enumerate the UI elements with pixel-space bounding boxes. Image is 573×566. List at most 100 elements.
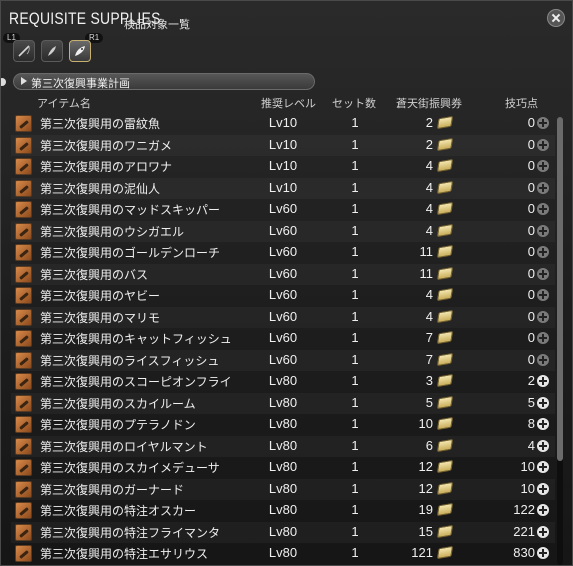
scrip-ticket-icon xyxy=(436,115,454,130)
item-set-count: 1 xyxy=(351,437,359,453)
item-set-count: 1 xyxy=(351,308,359,324)
fish-item-icon xyxy=(15,437,32,455)
item-scrip-reward: 11 xyxy=(419,244,434,259)
column-header-set: セット数 xyxy=(332,97,376,110)
fish-item-icon xyxy=(15,308,32,326)
item-level: Lv60 xyxy=(268,351,298,367)
item-name: 第三次復興用の泥仙人 xyxy=(40,181,161,196)
item-set-count: 1 xyxy=(351,179,359,195)
list-item[interactable]: 第三次復興用のワニガメ Lv10 1 2 0 xyxy=(11,135,555,156)
list-item[interactable]: 第三次復興用のスカイルーム Lv80 1 5 5 xyxy=(11,393,555,414)
item-skill-points: 2 xyxy=(527,373,535,388)
list-item[interactable]: 第三次復興用のヤビー Lv60 1 4 0 xyxy=(11,285,555,306)
item-set-count: 1 xyxy=(351,351,359,367)
item-name: 第三次復興用のウシガエル xyxy=(40,224,185,239)
list-item[interactable]: 第三次復興用のスコーピオンフライ Lv80 1 3 2 xyxy=(11,371,555,392)
fish-item-icon xyxy=(15,459,32,476)
group-label: 第三次復興事業計画 xyxy=(31,77,130,90)
list-item[interactable]: 第三次復興用のマリモ Lv60 1 4 0 xyxy=(11,307,555,328)
item-set-count: 1 xyxy=(351,115,359,130)
list-item[interactable]: 第三次復興用のアロワナ Lv10 1 4 0 xyxy=(11,156,555,177)
item-name: 第三次復興用のゴールデンローチ xyxy=(40,246,221,260)
scrip-ticket-icon xyxy=(436,481,454,495)
item-level: Lv80 xyxy=(268,545,298,560)
list-item[interactable]: 第三次復興用のキャットフィッシュ Lv60 1 7 0 xyxy=(11,328,555,349)
plus-icon xyxy=(537,547,549,559)
requisite-supplies-window: REQUISITE SUPPLIES 検品対象一覧 L1 R1 第三次復興事業計… xyxy=(0,0,573,566)
item-skill-points: 10 xyxy=(520,480,535,496)
plus-icon xyxy=(537,203,549,215)
window-subtitle: 検品対象一覧 xyxy=(124,18,190,31)
item-scrip-reward: 2 xyxy=(425,115,433,130)
item-name: 第三次復興用のプテラノドン xyxy=(40,418,196,432)
item-skill-points: 122 xyxy=(513,502,535,517)
fish-item-icon xyxy=(15,244,32,261)
list-item[interactable]: 第三次復興用の泥仙人 Lv10 1 4 0 xyxy=(11,178,555,199)
plus-icon xyxy=(537,396,549,409)
plus-icon xyxy=(537,267,549,280)
item-level: Lv80 xyxy=(268,416,298,431)
list-item[interactable]: 第三次復興用のマッドスキッパー Lv60 1 4 0 xyxy=(11,199,555,220)
plus-icon xyxy=(537,504,549,516)
list-item[interactable]: 第三次復興用のライスフィッシュ Lv60 1 7 0 xyxy=(11,350,555,371)
category-tab-fish[interactable] xyxy=(41,40,63,62)
scrip-ticket-icon xyxy=(436,137,454,151)
item-level: Lv80 xyxy=(268,373,298,388)
scrip-ticket-icon xyxy=(436,309,454,323)
fish-item-icon xyxy=(15,480,32,498)
fish-item-icon xyxy=(15,373,32,390)
list-item[interactable]: 第三次復興用の特注フライマンタ Lv80 1 15 221 xyxy=(11,522,555,543)
item-level: Lv80 xyxy=(268,437,298,453)
item-name: 第三次復興用のライスフィッシュ xyxy=(40,353,220,368)
fish-item-icon xyxy=(15,545,32,562)
list-item[interactable]: 第三次復興用のガーナード Lv80 1 12 10 xyxy=(11,479,555,500)
item-skill-points: 0 xyxy=(527,287,535,302)
list-item[interactable]: 第三次復興用のゴールデンローチ Lv60 1 11 0 xyxy=(11,242,555,263)
item-skill-points: 0 xyxy=(527,222,535,238)
item-skill-points: 830 xyxy=(513,545,535,560)
list-item[interactable]: 第三次復興用の特注エサリウス Lv80 1 121 830 xyxy=(11,543,555,564)
item-set-count: 1 xyxy=(351,136,359,152)
item-name: 第三次復興用のバス xyxy=(40,267,149,282)
category-tab-fishing-rod[interactable] xyxy=(13,40,35,62)
list-item[interactable]: 第三次復興用のスカイメデューサ Lv80 1 12 10 xyxy=(11,457,555,478)
plus-icon xyxy=(537,117,549,129)
item-scrip-reward: 6 xyxy=(425,437,433,453)
list-item[interactable]: 第三次復興用のプテラノドン Lv80 1 10 8 xyxy=(11,414,555,435)
item-skill-points: 0 xyxy=(527,244,535,259)
column-header-level: 推奨レベル xyxy=(261,97,316,110)
list-item[interactable]: 第三次復興用の特注オスカー Lv80 1 19 122 xyxy=(11,500,555,521)
close-button[interactable] xyxy=(547,9,565,27)
item-level: Lv60 xyxy=(268,244,298,259)
category-tab-fish-selected[interactable] xyxy=(69,40,91,62)
fish-item-icon xyxy=(15,136,32,154)
fish-item-icon xyxy=(15,416,32,433)
item-skill-points: 8 xyxy=(527,416,535,431)
plus-icon xyxy=(537,181,549,194)
item-scrip-reward: 4 xyxy=(425,158,433,173)
fish-item-icon xyxy=(15,115,32,132)
plus-icon xyxy=(537,525,549,538)
item-scrip-reward: 121 xyxy=(411,545,433,560)
expand-arrow-icon xyxy=(21,77,27,85)
item-level: Lv10 xyxy=(268,158,298,173)
item-set-count: 1 xyxy=(351,158,359,173)
scrip-ticket-icon xyxy=(436,223,454,237)
scrollbar-thumb[interactable] xyxy=(557,117,563,461)
list-item[interactable]: 第三次復興用の雷紋魚 Lv10 1 2 0 xyxy=(11,113,555,134)
item-scrip-reward: 4 xyxy=(425,308,433,324)
list-item[interactable]: 第三次復興用のウシガエル Lv60 1 4 0 xyxy=(11,221,555,242)
item-scrip-reward: 4 xyxy=(425,179,433,195)
group-header[interactable]: 第三次復興事業計画 xyxy=(13,73,315,90)
list-item[interactable]: 第三次復興用のロイヤルマント Lv80 1 6 4 xyxy=(11,436,555,457)
list-item[interactable]: 第三次復興用のバス Lv60 1 11 0 xyxy=(11,264,555,285)
fishing-rod-icon xyxy=(18,45,30,57)
plus-icon xyxy=(537,353,549,366)
plus-icon xyxy=(537,439,549,452)
item-set-count: 1 xyxy=(351,502,359,517)
scrip-ticket-icon xyxy=(436,287,454,302)
item-skill-points: 0 xyxy=(527,179,535,195)
item-skill-points: 5 xyxy=(527,394,535,410)
fish-item-icon xyxy=(15,523,32,541)
item-skill-points: 10 xyxy=(520,459,535,474)
